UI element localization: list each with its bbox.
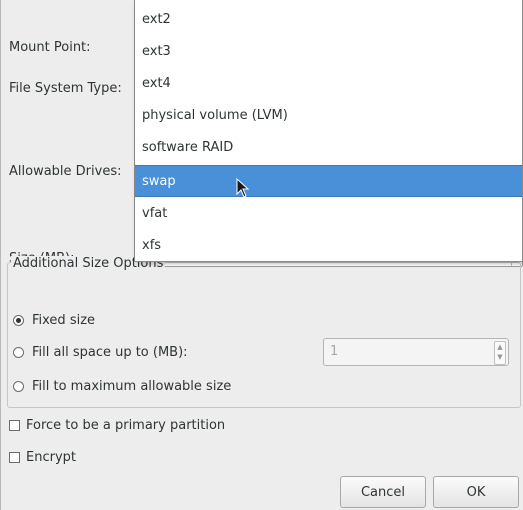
dropdown-item-vfat[interactable]: vfat	[135, 197, 522, 229]
fixed-size-label: Fixed size	[32, 312, 96, 328]
primary-partition-checkbox[interactable]	[9, 419, 20, 431]
dropdown-item-ext2[interactable]: ext2	[135, 3, 522, 35]
fixed-size-radio[interactable]	[13, 314, 24, 326]
dropdown-item-swap[interactable]: swap	[135, 165, 522, 197]
fill-upto-value: 1	[330, 344, 339, 359]
fill-upto-label: Fill all space up to (MB):	[32, 344, 188, 360]
fill-upto-option[interactable]: Fill all space up to (MB):	[13, 342, 188, 362]
ok-button[interactable]: OK	[433, 476, 519, 508]
fill-max-label: Fill to maximum allowable size	[32, 378, 232, 394]
dropdown-item-ext3[interactable]: ext3	[135, 35, 522, 67]
chevron-up-icon[interactable]: ▲	[495, 342, 505, 352]
mouse-pointer-icon	[236, 178, 250, 198]
fixed-size-option[interactable]: Fixed size	[13, 310, 95, 330]
encrypt-option[interactable]: Encrypt	[9, 447, 76, 467]
cancel-button[interactable]: Cancel	[340, 476, 426, 508]
fill-upto-radio[interactable]	[13, 346, 24, 358]
dropdown-item-raid[interactable]: software RAID	[135, 131, 522, 163]
fill-max-radio[interactable]	[13, 380, 24, 392]
fill-upto-spinner[interactable]: 1 ▲ ▼	[323, 338, 509, 366]
spinner-buttons[interactable]: ▲ ▼	[494, 341, 506, 365]
chevron-down-icon[interactable]: ▼	[495, 352, 505, 362]
fs-type-label: File System Type:	[9, 81, 122, 96]
encrypt-label: Encrypt	[26, 449, 76, 465]
dropdown-item-lvm[interactable]: physical volume (LVM)	[135, 99, 522, 131]
fs-type-dropdown-list: ext2 ext3 ext4 physical volume (LVM) sof…	[134, 0, 523, 262]
dropdown-item-xfs[interactable]: xfs	[135, 229, 522, 261]
fill-max-option[interactable]: Fill to maximum allowable size	[13, 376, 231, 396]
primary-partition-label: Force to be a primary partition	[26, 417, 226, 433]
mount-point-label: Mount Point:	[9, 40, 91, 55]
dropdown-item-ext4[interactable]: ext4	[135, 67, 522, 99]
primary-partition-option[interactable]: Force to be a primary partition	[9, 415, 225, 435]
encrypt-checkbox[interactable]	[9, 451, 20, 463]
allowable-drives-label: Allowable Drives:	[9, 164, 122, 179]
